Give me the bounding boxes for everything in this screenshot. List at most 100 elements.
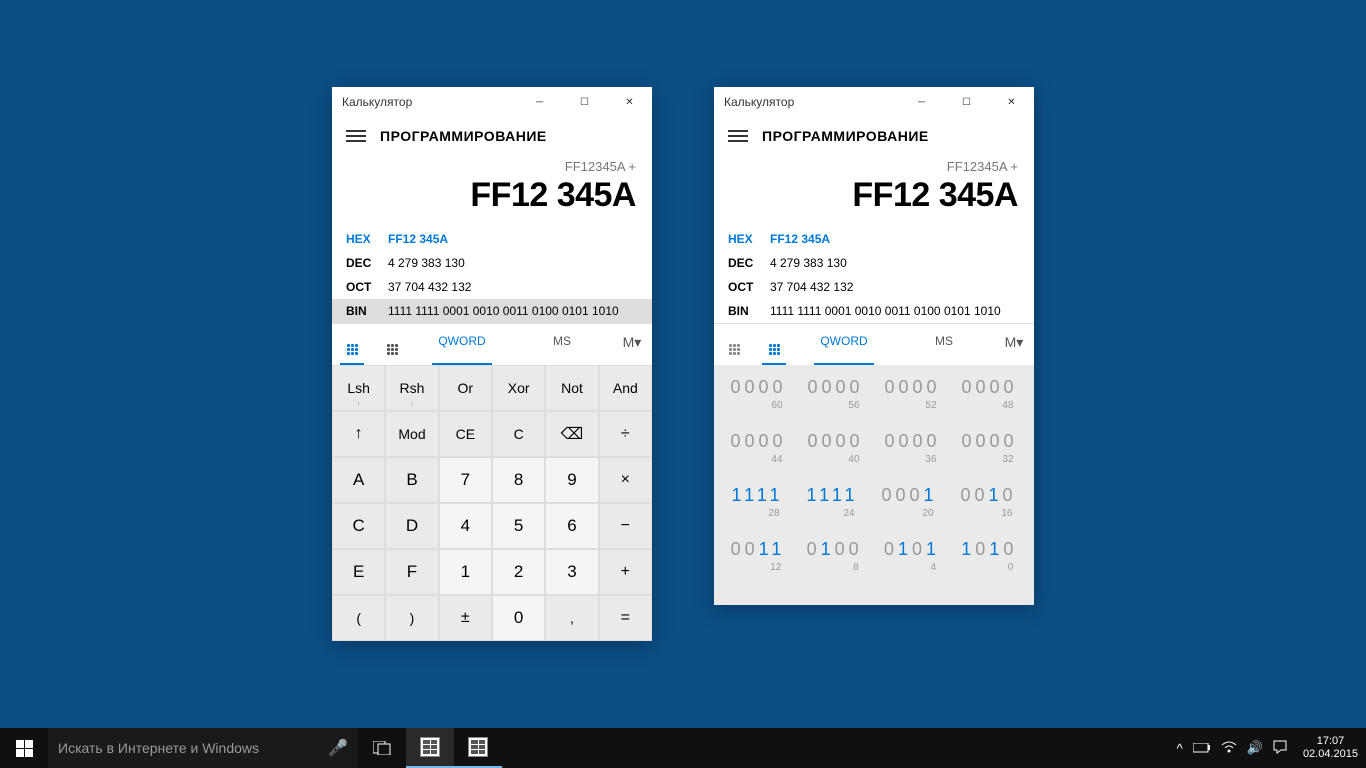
bit-toggle[interactable]: 0 xyxy=(884,377,898,397)
bit-toggle[interactable]: 0 xyxy=(730,377,744,397)
tray-overflow-icon[interactable]: ^ xyxy=(1177,741,1183,756)
taskbar-app-calculator-2[interactable] xyxy=(454,728,502,768)
key-7[interactable]: 7 xyxy=(439,457,492,503)
bit-toggle[interactable]: 1 xyxy=(989,539,1003,559)
bit-toggle[interactable]: 0 xyxy=(961,431,975,451)
bit-toggle[interactable]: 0 xyxy=(974,485,988,505)
bit-toggle[interactable]: 1 xyxy=(821,539,835,559)
bit-toggle[interactable]: 1 xyxy=(806,485,819,505)
bit-group[interactable]: 001016 xyxy=(960,485,1016,519)
bit-toggle[interactable]: 0 xyxy=(881,485,895,505)
key-rsh[interactable]: Rsh↑ xyxy=(385,365,438,411)
bit-group[interactable]: 111128 xyxy=(731,485,783,519)
titlebar[interactable]: Калькулятор ─ ☐ ✕ xyxy=(714,87,1034,117)
bit-toggle[interactable]: 0 xyxy=(759,431,773,451)
bit-toggle[interactable]: 1 xyxy=(770,485,784,505)
bit-group[interactable]: 000060 xyxy=(730,377,786,411)
tab-keypad[interactable] xyxy=(714,324,754,365)
key-mod[interactable]: Mod xyxy=(385,411,438,457)
bit-toggle[interactable]: 1 xyxy=(744,485,757,505)
bit-toggle[interactable]: 0 xyxy=(990,431,1004,451)
key-add[interactable]: + xyxy=(599,549,652,595)
bit-toggle[interactable]: 0 xyxy=(927,377,941,397)
bit-toggle[interactable]: 0 xyxy=(821,431,835,451)
bit-toggle[interactable]: 0 xyxy=(807,377,821,397)
key-comma[interactable]: , xyxy=(545,595,598,641)
microphone-icon[interactable]: 🎤 xyxy=(328,738,348,758)
bit-group[interactable]: 000120 xyxy=(881,485,937,519)
bit-group[interactable]: 000032 xyxy=(961,431,1017,465)
key-subtract[interactable]: − xyxy=(599,503,652,549)
taskbar-clock[interactable]: 17:07 02.04.2015 xyxy=(1295,735,1366,761)
tab-bits[interactable] xyxy=(754,324,794,365)
bit-toggle[interactable]: 0 xyxy=(898,431,912,451)
bit-toggle[interactable]: 1 xyxy=(832,485,845,505)
base-bin[interactable]: BIN1111 1111 0001 0010 0011 0100 0101 10… xyxy=(714,299,1034,323)
key-6[interactable]: 6 xyxy=(545,503,598,549)
key-5[interactable]: 5 xyxy=(492,503,545,549)
bit-toggle[interactable]: 0 xyxy=(731,539,745,559)
tab-keypad[interactable] xyxy=(332,324,372,365)
bit-toggle[interactable]: 0 xyxy=(850,377,864,397)
bit-toggle[interactable]: 0 xyxy=(807,539,821,559)
bit-toggle[interactable]: 1 xyxy=(988,485,1002,505)
bit-toggle[interactable]: 0 xyxy=(895,485,909,505)
bit-toggle[interactable]: 0 xyxy=(1004,431,1018,451)
bit-toggle[interactable]: 0 xyxy=(975,539,989,559)
key-lparen[interactable]: ( xyxy=(332,595,385,641)
key-not[interactable]: Not xyxy=(545,365,598,411)
bit-toggle[interactable]: 1 xyxy=(898,539,912,559)
battery-icon[interactable] xyxy=(1193,741,1211,756)
bit-toggle[interactable]: 0 xyxy=(975,431,989,451)
bit-toggle[interactable]: 1 xyxy=(757,485,770,505)
key-backspace[interactable]: ⌫ xyxy=(545,411,598,457)
menu-icon[interactable] xyxy=(728,127,748,145)
key-8[interactable]: 8 xyxy=(492,457,545,503)
tab-qword[interactable]: QWORD xyxy=(412,324,512,365)
tab-ms[interactable]: MS xyxy=(894,324,994,365)
base-hex[interactable]: HEXFF12 345A xyxy=(332,227,652,251)
key-divide[interactable]: ÷ xyxy=(599,411,652,457)
tab-mr[interactable]: M▾ xyxy=(994,324,1034,365)
bit-toggle[interactable]: 0 xyxy=(961,377,975,397)
bit-toggle[interactable]: 0 xyxy=(759,377,773,397)
key-4[interactable]: 4 xyxy=(439,503,492,549)
base-oct[interactable]: OCT37 704 432 132 xyxy=(332,275,652,299)
base-dec[interactable]: DEC4 279 383 130 xyxy=(332,251,652,275)
bit-toggle[interactable]: 0 xyxy=(1003,539,1017,559)
tab-bits[interactable] xyxy=(372,324,412,365)
bit-group[interactable]: 10100 xyxy=(961,539,1017,573)
bit-toggle[interactable]: 1 xyxy=(819,485,832,505)
bit-toggle[interactable]: 0 xyxy=(773,431,787,451)
maximize-button[interactable]: ☐ xyxy=(562,87,607,117)
bit-toggle[interactable]: 0 xyxy=(884,431,898,451)
bit-group[interactable]: 001112 xyxy=(731,539,786,573)
key-b[interactable]: B xyxy=(385,457,438,503)
bit-group[interactable]: 01008 xyxy=(807,539,863,573)
bit-toggle[interactable]: 0 xyxy=(835,539,849,559)
key-or[interactable]: Or xyxy=(439,365,492,411)
bit-group[interactable]: 000048 xyxy=(961,377,1017,411)
bit-toggle[interactable]: 0 xyxy=(744,377,758,397)
taskbar-app-calculator-1[interactable] xyxy=(406,728,454,768)
bit-toggle[interactable]: 1 xyxy=(961,539,975,559)
key-plusminus[interactable]: ± xyxy=(439,595,492,641)
bit-toggle[interactable]: 1 xyxy=(731,485,744,505)
tab-mr[interactable]: M▾ xyxy=(612,324,652,365)
titlebar[interactable]: Калькулятор ─ ☐ ✕ xyxy=(332,87,652,117)
minimize-button[interactable]: ─ xyxy=(899,87,944,117)
key-f[interactable]: F xyxy=(385,549,438,595)
key-1[interactable]: 1 xyxy=(439,549,492,595)
bit-toggle[interactable]: 1 xyxy=(924,485,938,505)
bit-toggle[interactable]: 0 xyxy=(1004,377,1018,397)
bit-toggle[interactable]: 0 xyxy=(745,539,759,559)
key-d[interactable]: D xyxy=(385,503,438,549)
key-3[interactable]: 3 xyxy=(545,549,598,595)
start-button[interactable] xyxy=(0,728,48,768)
base-oct[interactable]: OCT37 704 432 132 xyxy=(714,275,1034,299)
bit-group[interactable]: 000052 xyxy=(884,377,940,411)
bit-toggle[interactable]: 0 xyxy=(807,431,821,451)
key-2[interactable]: 2 xyxy=(492,549,545,595)
minimize-button[interactable]: ─ xyxy=(517,87,562,117)
task-view-button[interactable] xyxy=(358,728,406,768)
